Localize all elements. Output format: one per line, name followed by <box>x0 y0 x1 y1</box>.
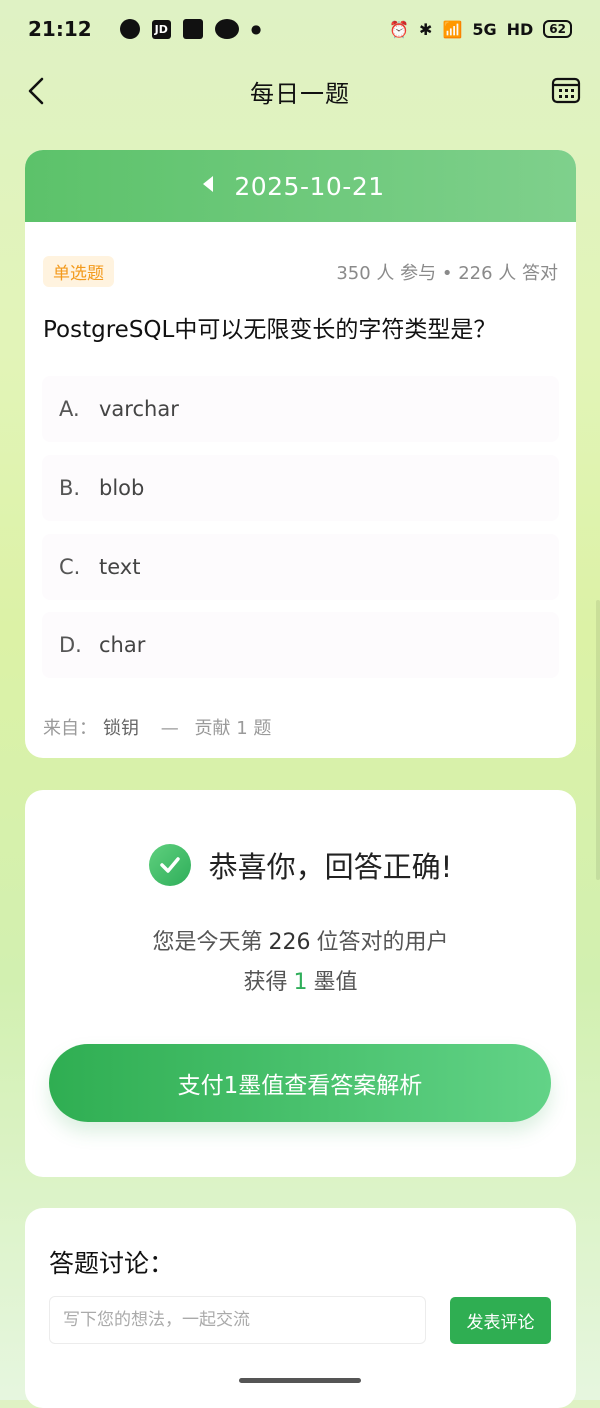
date-header: 2025-10-21 <box>25 150 576 222</box>
nav-bar: 每日一题 <box>0 58 600 124</box>
option-letter: A. <box>59 397 80 421</box>
status-bar: 21:12 JD ● ⏰ ✱ 📶 5G HD 62 <box>0 0 600 58</box>
question-stats: 350 人 参与 • 226 人 答对 <box>336 262 558 284</box>
back-arrow-icon[interactable] <box>22 74 56 108</box>
option-value: text <box>99 555 141 579</box>
question-text: PostgreSQL中可以无限变长的字符类型是？ <box>43 317 497 343</box>
option-value: varchar <box>99 397 179 421</box>
network-type: HD <box>506 19 534 39</box>
option-d[interactable]: D. char <box>42 612 559 678</box>
jd-notification-icon: JD <box>151 19 171 39</box>
discussion-title: 答题讨论： <box>49 1249 175 1278</box>
source-label: 来自： <box>43 718 97 739</box>
more-notifications-icon: ● <box>250 22 262 36</box>
result-reward-suffix: 墨值 <box>313 970 358 995</box>
signal-icon: 5G <box>472 19 497 39</box>
submit-comment-button[interactable]: 发表评论 <box>450 1297 551 1344</box>
page-title: 每日一题 <box>250 79 350 108</box>
question-type-badge: 单选题 <box>43 256 114 287</box>
home-indicator[interactable] <box>239 1378 361 1383</box>
system-icons: ⏰ ✱ 📶 5G HD 62 <box>389 20 572 39</box>
calendar-icon[interactable] <box>550 74 582 106</box>
option-c[interactable]: C. text <box>42 534 559 600</box>
battery-icon: 62 <box>543 20 572 38</box>
prev-date-icon[interactable] <box>203 176 213 192</box>
chat-notification-icon <box>119 19 140 39</box>
cloud-notification-icon <box>214 19 239 39</box>
option-b[interactable]: B. blob <box>42 455 559 521</box>
source-contribution: 贡献 1 题 <box>194 718 272 739</box>
result-reward-prefix: 获得 <box>243 970 288 995</box>
alarm-icon: ⏰ <box>389 19 410 39</box>
comment-input[interactable] <box>49 1296 426 1344</box>
result-rank: 您是今天第 226 位答对的用户 <box>25 924 576 956</box>
notification-icons: JD ● <box>119 19 262 39</box>
wifi-icon: 📶 <box>442 19 463 39</box>
source-author[interactable]: 锁钥 <box>103 718 139 739</box>
option-value: blob <box>99 476 145 500</box>
scrollbar[interactable] <box>596 600 600 880</box>
image-notification-icon <box>182 19 203 39</box>
result-rank-prefix: 您是今天第 <box>152 930 263 955</box>
option-letter: D. <box>59 633 82 657</box>
source-separator: — <box>160 718 179 739</box>
result-title-row: 恭喜你，回答正确! <box>25 844 576 886</box>
question-card: 2025-10-21 单选题 350 人 参与 • 226 人 答对 Postg… <box>25 150 576 758</box>
question-source: 来自： 锁钥 — 贡献 1 题 <box>43 714 271 740</box>
status-time: 21:12 <box>28 17 92 41</box>
result-reward: 获得 1 墨值 <box>25 964 576 996</box>
pay-view-analysis-button[interactable]: 支付1墨值查看答案解析 <box>49 1044 551 1122</box>
question-date: 2025-10-21 <box>234 171 385 201</box>
check-circle-icon <box>148 844 191 886</box>
result-card: 恭喜你，回答正确! 您是今天第 226 位答对的用户 获得 1 墨值 支付1墨值查看答案… <box>25 790 576 1177</box>
option-value: char <box>99 633 146 657</box>
option-a[interactable]: A. varchar <box>42 376 559 442</box>
option-letter: B. <box>59 476 81 500</box>
result-title: 恭喜你，回答正确! <box>208 850 453 884</box>
question-meta: 单选题 350 人 参与 • 226 人 答对 <box>43 256 558 287</box>
result-reward-number: 1 <box>293 970 308 995</box>
result-rank-number: 226 <box>268 930 311 955</box>
bluetooth-icon: ✱ <box>419 19 433 39</box>
result-rank-suffix: 位答对的用户 <box>316 930 449 955</box>
option-letter: C. <box>59 555 81 579</box>
